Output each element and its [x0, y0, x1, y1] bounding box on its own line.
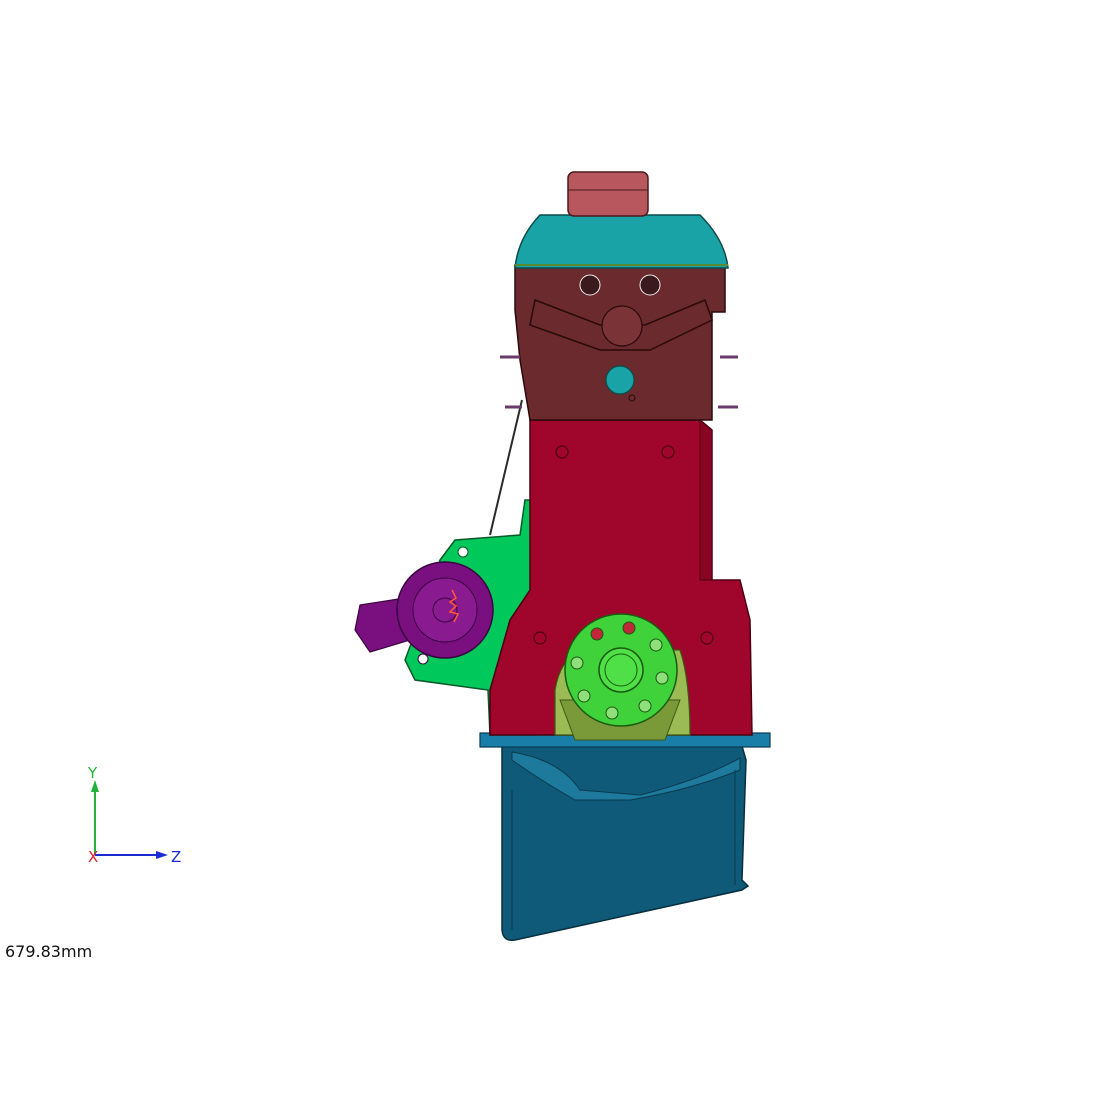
x-axis-label: X	[88, 848, 98, 866]
y-axis-label: Y	[87, 764, 98, 782]
scale-readout: 679.83mm	[5, 942, 93, 961]
z-axis-label: Z	[171, 848, 181, 866]
orientation-triad: X Y Z	[87, 764, 181, 866]
cad-viewport[interactable]: X Y Z 679.83mm	[0, 0, 1112, 1112]
z-axis-arrowhead	[156, 851, 168, 859]
